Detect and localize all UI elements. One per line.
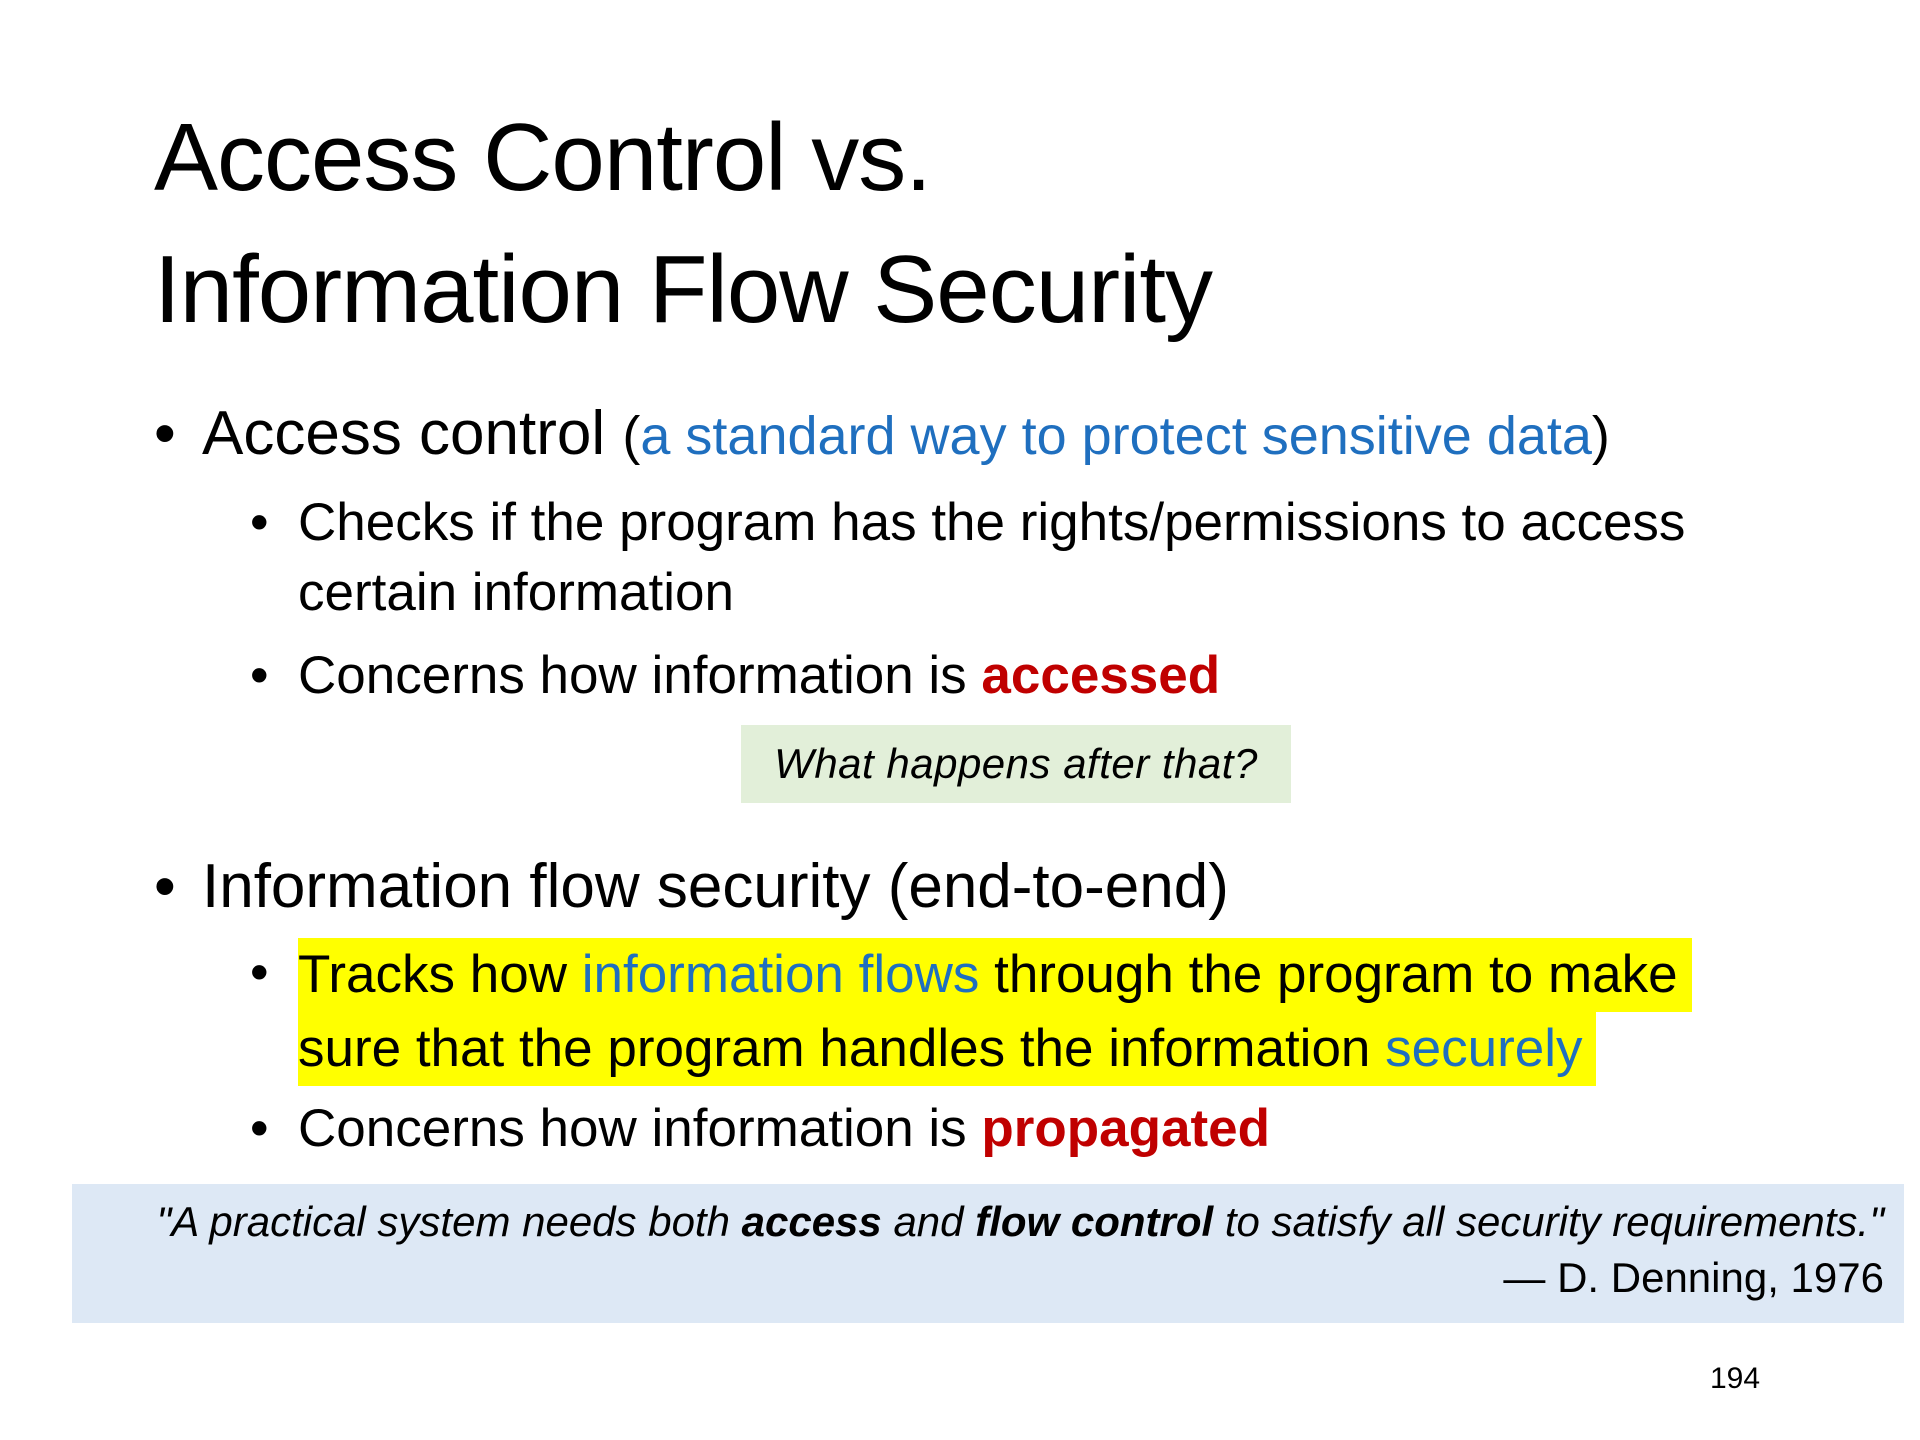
access-control-heading: Access control	[202, 399, 606, 468]
bullet-dot: •	[154, 399, 176, 468]
concerns-propagated-emphasis: propagated	[981, 1099, 1270, 1158]
question-callout: What happens after that?	[741, 725, 1291, 803]
access-control-paren-open: (	[622, 406, 641, 466]
information-flow-heading: Information flow security (end-to-end)	[202, 852, 1229, 921]
denning-quote-box: "A practical system needs both access an…	[72, 1184, 1904, 1323]
subbullet-concerns-propagated: • Concerns how information is propagated	[250, 1094, 1750, 1164]
quote-close: to satisfy all security requirements."	[1213, 1198, 1884, 1245]
bullet-information-flow: • Information flow security (end-to-end)	[154, 851, 1229, 923]
tracks-flows-line-1: Tracks how information flows through the…	[298, 938, 1692, 1012]
access-control-paren-text: a standard way to protect sensitive data	[640, 406, 1592, 466]
denning-quote-text: "A practical system needs both access an…	[72, 1194, 1884, 1250]
tracks-flows-e: securely	[1385, 1019, 1583, 1078]
quote-mid: and	[881, 1198, 976, 1245]
subbullet-tracks-flows: • Tracks how information flows through t…	[250, 938, 1900, 1086]
bullet-dot: •	[154, 852, 176, 921]
bullet-dot: •	[250, 943, 269, 1002]
concerns-propagated-prefix: Concerns how information is	[298, 1099, 982, 1158]
bullet-access-control: • Access control (a standard way to prote…	[154, 398, 1610, 472]
subbullet-checks-rights-line-1: Checks if the program has the rights/per…	[298, 493, 1686, 552]
quote-bold-access: access	[741, 1198, 882, 1245]
slide-title-line-1: Access Control vs.	[154, 104, 932, 211]
subbullet-checks-rights-line-2: certain information	[298, 563, 734, 622]
bullet-dot: •	[250, 1099, 269, 1158]
bullet-dot: •	[250, 493, 269, 552]
tracks-flows-line-2: sure that the program handles the inform…	[298, 1012, 1597, 1086]
subbullet-checks-rights: • Checks if the program has the rights/p…	[250, 488, 1850, 628]
quote-attribution: — D. Denning, 1976	[1503, 1254, 1884, 1301]
quote-bold-flow-control: flow control	[975, 1198, 1214, 1245]
slide-title-line-2: Information Flow Security	[154, 236, 1213, 343]
tracks-flows-c: through the program to make	[979, 945, 1678, 1004]
concerns-accessed-emphasis: accessed	[981, 646, 1221, 705]
tracks-flows-b: information flows	[581, 945, 980, 1004]
concerns-accessed-prefix: Concerns how information is	[298, 646, 982, 705]
page-number: 194	[1710, 1362, 1761, 1395]
slide-title: Access Control vs. Information Flow Secu…	[154, 92, 1654, 356]
tracks-flows-a: Tracks how	[298, 945, 582, 1004]
tracks-flows-d: sure that the program handles the inform…	[298, 1019, 1386, 1078]
subbullet-concerns-accessed: • Concerns how information is accessed	[250, 641, 1750, 711]
bullet-dot: •	[250, 646, 269, 705]
quote-open: "A practical system needs both	[156, 1198, 742, 1245]
access-control-paren-close: )	[1591, 406, 1610, 466]
